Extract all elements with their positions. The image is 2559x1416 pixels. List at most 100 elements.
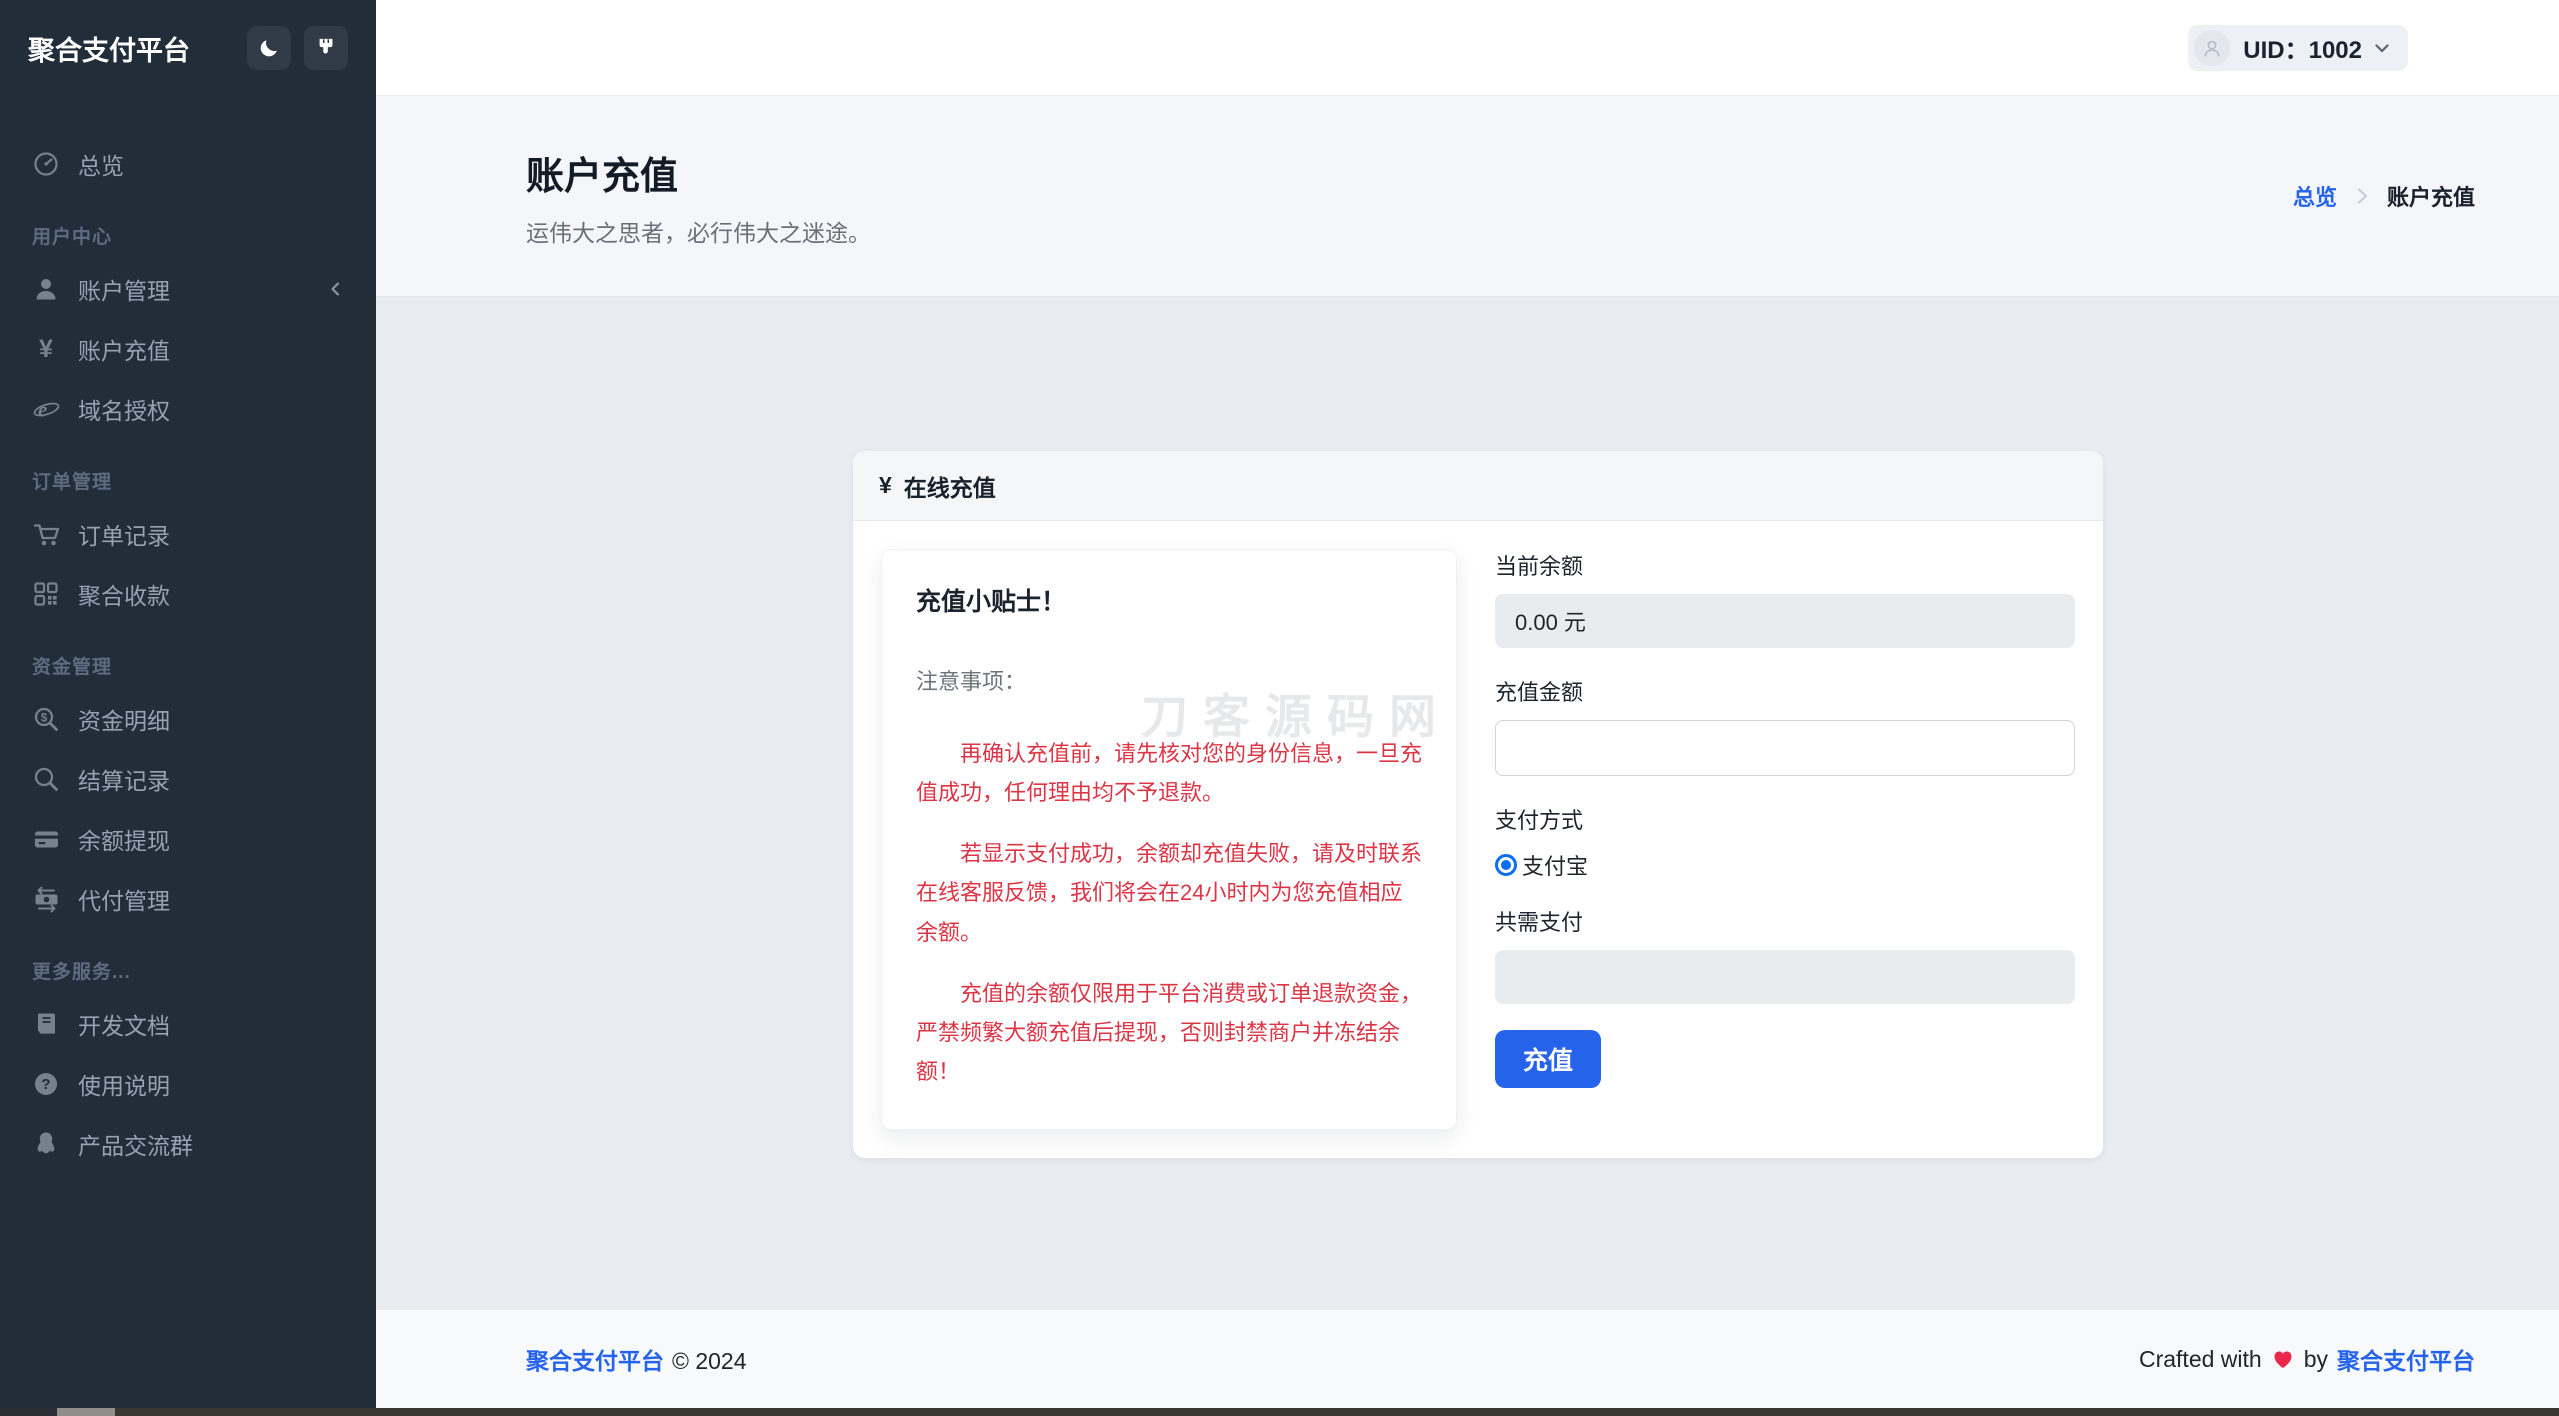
- sidebar-item-label: 开发文档: [78, 1007, 170, 1041]
- sidebar-item-dev-docs[interactable]: 开发文档: [14, 1002, 362, 1046]
- sidebar-item-label: 结算记录: [78, 762, 170, 796]
- explorer-icon: e: [32, 396, 60, 423]
- sidebar-item-label: 聚合收款: [78, 577, 170, 611]
- page-header: 账户充值 运伟大之思者，必行伟大之迷途。 总览 账户充值: [376, 96, 2559, 297]
- sidebar-item-aggregate-collection[interactable]: 聚合收款: [14, 572, 362, 616]
- balance-label: 当前余额: [1495, 549, 2075, 581]
- horizontal-scrollbar[interactable]: [0, 1408, 2559, 1416]
- footer-copy-text: © 2024: [672, 1348, 747, 1374]
- footer: 聚合支付平台 © 2024 Crafted with by 聚合支付平台: [376, 1310, 2559, 1408]
- topbar: UID：1002: [376, 0, 2559, 96]
- balance-field: [1495, 594, 2075, 648]
- sidebar-item-overview[interactable]: 总览: [14, 142, 362, 186]
- heart-icon: [2271, 1347, 2295, 1371]
- alipay-radio-label: 支付宝: [1522, 849, 1588, 881]
- total-field: [1495, 950, 2075, 1004]
- tips-warning: 若显示支付成功，余额却充值失败，请及时联系在线客服反馈，我们将会在24小时内为您…: [916, 834, 1422, 951]
- tips-warning: 再确认充值前，请先核对您的身份信息，一旦充值成功，任何理由均不予退款。: [916, 734, 1422, 812]
- theme-button[interactable]: [304, 26, 348, 70]
- chevron-right-icon: [2351, 185, 2373, 207]
- chevron-down-icon: [2372, 38, 2392, 58]
- brush-icon: [315, 37, 337, 59]
- sidebar-item-label: 域名授权: [78, 392, 170, 426]
- footer-credit: Crafted with by 聚合支付平台: [2139, 1342, 2475, 1376]
- footer-brand-link[interactable]: 聚合支付平台: [526, 1348, 664, 1374]
- footer-brand-link-right[interactable]: 聚合支付平台: [2337, 1342, 2475, 1376]
- scrollbar-thumb[interactable]: [57, 1408, 115, 1416]
- tips-title: 充值小贴士！: [916, 582, 1422, 618]
- scrollbar-track-segment: [0, 1408, 57, 1416]
- sidebar-item-account-recharge[interactable]: ¥ 账户充值: [14, 327, 362, 371]
- sidebar-item-product-group[interactable]: 产品交流群: [14, 1122, 362, 1166]
- page-title: 账户充值: [526, 145, 871, 200]
- sidebar-item-label: 总览: [78, 147, 124, 181]
- sidebar-item-label: 订单记录: [78, 517, 170, 551]
- yen-icon: ¥: [879, 472, 892, 499]
- sidebar-item-usage-guide[interactable]: ? 使用说明: [14, 1062, 362, 1106]
- footer-copyright: 聚合支付平台 © 2024: [526, 1342, 755, 1376]
- moon-icon: [258, 37, 280, 59]
- sidebar-item-label: 账户充值: [78, 332, 170, 366]
- cart-icon: [32, 521, 60, 548]
- sidebar-item-order-records[interactable]: 订单记录: [14, 512, 362, 556]
- sidebar-item-account-management[interactable]: 账户管理: [14, 267, 362, 311]
- dark-mode-button[interactable]: [247, 26, 291, 70]
- sidebar-item-label: 账户管理: [78, 272, 170, 306]
- sidebar-item-payout-management[interactable]: 代付管理: [14, 877, 362, 921]
- page-subtitle: 运伟大之思者，必行伟大之迷途。: [526, 214, 871, 248]
- sidebar-header: 聚合支付平台: [0, 0, 376, 96]
- tips-warning: 充值的余额仅限用于平台消费或订单退款资金，严禁频繁大额充值后提现，否则封禁商户并…: [916, 974, 1422, 1091]
- credit-card-icon: [32, 826, 60, 853]
- book-icon: [32, 1011, 60, 1037]
- qq-icon: [32, 1131, 60, 1157]
- sidebar: 聚合支付平台 总览 用户中心: [0, 0, 376, 1408]
- svg-text:e: e: [38, 397, 47, 421]
- breadcrumb-current: 账户充值: [2387, 180, 2475, 212]
- recharge-submit-button[interactable]: 充值: [1495, 1030, 1601, 1088]
- footer-crafted-text: Crafted with: [2139, 1346, 2262, 1373]
- sidebar-item-label: 资金明细: [78, 702, 170, 736]
- breadcrumb-root-link[interactable]: 总览: [2293, 180, 2337, 212]
- sidebar-section-title: 资金管理: [32, 652, 344, 679]
- sidebar-item-label: 使用说明: [78, 1067, 170, 1101]
- sidebar-section-title: 订单管理: [32, 467, 344, 494]
- search-dollar-icon: $: [32, 706, 60, 732]
- total-label: 共需支付: [1495, 905, 2075, 937]
- search-icon: [32, 766, 60, 792]
- sidebar-item-settlement-records[interactable]: 结算记录: [14, 757, 362, 801]
- footer-by-text: by: [2304, 1346, 2328, 1373]
- brand-logo: 聚合支付平台: [28, 29, 190, 68]
- svg-text:?: ?: [41, 1076, 50, 1093]
- sidebar-item-domain-authorization[interactable]: e 域名授权: [14, 387, 362, 431]
- sidebar-item-label: 余额提现: [78, 822, 170, 856]
- sidebar-section-title: 更多服务...: [32, 957, 344, 984]
- recharge-form: 当前余额 充值金额 支付方式 支付宝 共需支付: [1495, 549, 2075, 1130]
- recharge-card-body: 充值小贴士！ 注意事项： 再确认充值前，请先核对您的身份信息，一旦充值成功，任何…: [853, 521, 2103, 1158]
- breadcrumb: 总览 账户充值: [2293, 180, 2475, 212]
- tips-note-label: 注意事项：: [916, 664, 1422, 696]
- recharge-card-title: 在线充值: [904, 469, 996, 503]
- recharge-card: ¥ 在线充值 充值小贴士！ 注意事项： 再确认充值前，请先核对您的身份信息，一旦…: [853, 451, 2103, 1158]
- sidebar-item-label: 代付管理: [78, 882, 170, 916]
- chevron-left-icon: [326, 280, 344, 298]
- amount-input[interactable]: [1495, 720, 2075, 776]
- money-transfer-icon: [32, 886, 60, 913]
- sidebar-item-balance-withdrawal[interactable]: 余额提现: [14, 817, 362, 861]
- payment-method-label: 支付方式: [1495, 803, 2075, 835]
- gauge-icon: [32, 151, 60, 177]
- qrcode-icon: [32, 581, 60, 607]
- uid-label: UID：1002: [2243, 30, 2362, 65]
- user-icon: [32, 276, 60, 302]
- alipay-radio[interactable]: [1495, 854, 1517, 876]
- content-area: ¥ 在线充值 充值小贴士！ 注意事项： 再确认充值前，请先核对您的身份信息，一旦…: [376, 297, 2559, 1310]
- sidebar-item-fund-details[interactable]: $ 资金明细: [14, 697, 362, 741]
- sidebar-nav: 总览 用户中心 账户管理 ¥ 账户充值 e 域名授权 订单管理: [0, 96, 376, 1166]
- recharge-card-header: ¥ 在线充值: [853, 451, 2103, 521]
- sidebar-item-label: 产品交流群: [78, 1127, 193, 1161]
- user-menu-button[interactable]: UID：1002: [2188, 25, 2408, 71]
- yen-icon: ¥: [32, 337, 60, 362]
- sidebar-section-title: 用户中心: [32, 222, 344, 249]
- tips-panel: 充值小贴士！ 注意事项： 再确认充值前，请先核对您的身份信息，一旦充值成功，任何…: [881, 549, 1457, 1130]
- amount-label: 充值金额: [1495, 675, 2075, 707]
- svg-text:$: $: [41, 710, 48, 724]
